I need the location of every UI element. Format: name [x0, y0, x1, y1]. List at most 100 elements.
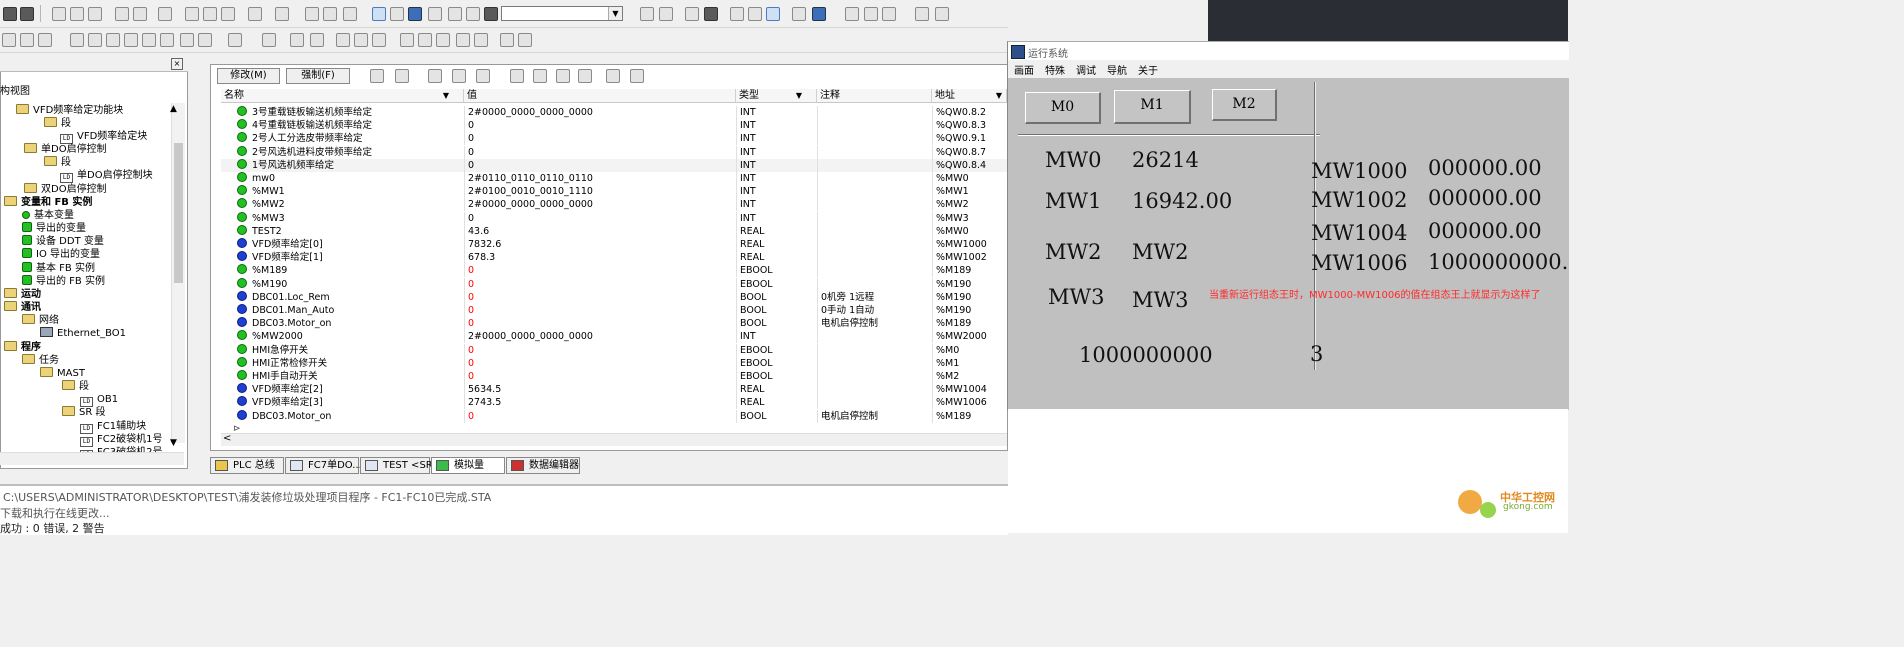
table-row[interactable]: %MW1 2#0100_0010_0010_1110 INT %MW1: [221, 185, 1007, 199]
cell-value[interactable]: 5634.5: [468, 383, 733, 396]
table-row[interactable]: %MW2000 2#0000_0000_0000_0000 INT %MW2000: [221, 330, 1007, 344]
coil-halt-icon[interactable]: [180, 33, 194, 47]
cell-value[interactable]: 2#0000_0000_0000_0000: [468, 106, 733, 119]
display-format-icon[interactable]: [606, 69, 620, 83]
scroll-left-icon[interactable]: <: [223, 433, 231, 444]
menu-debug[interactable]: 调试: [1076, 62, 1096, 77]
chevron-down-icon[interactable]: ▼: [608, 7, 622, 20]
column-header-comment[interactable]: 注释: [817, 89, 932, 103]
cascade-icon[interactable]: [845, 7, 859, 21]
menu-special[interactable]: 特殊: [1045, 62, 1065, 77]
cell-value[interactable]: 678.3: [468, 251, 733, 264]
tab-plc-bus[interactable]: PLC 总线: [210, 457, 284, 474]
table-row[interactable]: %MW3 0 INT %MW3: [221, 211, 1007, 225]
layout-icon[interactable]: [343, 7, 357, 21]
tree-item[interactable]: 运动: [4, 288, 41, 301]
unforce-icon[interactable]: [476, 69, 490, 83]
cell-value[interactable]: 0: [468, 119, 733, 132]
search-combo[interactable]: ▼: [501, 6, 623, 21]
menu-navigate[interactable]: 导航: [1107, 62, 1127, 77]
tree-item[interactable]: 网络: [22, 314, 59, 327]
block-icon[interactable]: [310, 33, 324, 47]
cell-value[interactable]: 0: [468, 132, 733, 145]
edge-set-icon[interactable]: [556, 69, 570, 83]
help-icon[interactable]: [915, 7, 929, 21]
button-m1[interactable]: M1: [1114, 90, 1191, 124]
contact-no-icon[interactable]: [2, 33, 16, 47]
table-row[interactable]: mw0 2#0110_0110_0110_0110 INT %MW0: [221, 172, 1007, 185]
cell-value[interactable]: 0: [468, 264, 733, 277]
io-icon[interactable]: [428, 7, 442, 21]
fb-icon[interactable]: [436, 33, 450, 47]
context-help-icon[interactable]: [935, 7, 949, 21]
reset-value-icon[interactable]: [395, 69, 409, 83]
cell-value[interactable]: 2#0100_0010_0010_1110: [468, 185, 733, 198]
tile-v-icon[interactable]: [882, 7, 896, 21]
tree-item[interactable]: 变量和 FB 实例: [4, 196, 92, 209]
menu-about[interactable]: 关于: [1138, 62, 1158, 77]
coil-set-icon[interactable]: [106, 33, 120, 47]
find-icon[interactable]: [185, 7, 199, 21]
coil-reset-icon[interactable]: [124, 33, 138, 47]
set-value-icon[interactable]: [370, 69, 384, 83]
link-icon[interactable]: [262, 33, 276, 47]
crossref-icon[interactable]: [466, 7, 480, 21]
tree-item[interactable]: SR 段: [62, 406, 105, 419]
variable-icon[interactable]: [418, 33, 432, 47]
tree-item[interactable]: 任务: [22, 354, 59, 367]
cell-value[interactable]: 2#0110_0110_0110_0110: [468, 172, 733, 185]
build-icon[interactable]: [275, 7, 289, 21]
table-row[interactable]: HMI手自动开关 0 EBOOL %M2: [221, 370, 1007, 383]
cell-value[interactable]: 0: [468, 291, 733, 304]
coil-p-icon[interactable]: [142, 33, 156, 47]
save-icon[interactable]: [3, 7, 17, 21]
tree-item[interactable]: 程序: [4, 341, 41, 354]
tree-item[interactable]: 段: [44, 117, 71, 130]
contact-p-icon[interactable]: [38, 33, 52, 47]
tree-view-icon[interactable]: [390, 7, 404, 21]
coil-n-icon[interactable]: [160, 33, 174, 47]
cell-value[interactable]: 43.6: [468, 225, 733, 238]
table-row[interactable]: DBC01.Man_Auto 0 BOOL 0手动 1自动 %M190: [221, 304, 1007, 317]
select-icon[interactable]: [400, 33, 414, 47]
redo-icon[interactable]: [133, 7, 147, 21]
menu-screen[interactable]: 画面: [1014, 62, 1034, 77]
online-icon[interactable]: [766, 7, 780, 21]
label-icon[interactable]: [354, 33, 368, 47]
table-hscrollbar[interactable]: <: [221, 433, 1007, 446]
simulator-icon[interactable]: [685, 7, 699, 21]
cell-value[interactable]: 0: [468, 304, 733, 317]
modify-button[interactable]: 修改(M): [217, 68, 280, 84]
tree-hscrollbar[interactable]: [0, 452, 184, 465]
tree-item[interactable]: 通讯: [4, 301, 41, 314]
folder-icon[interactable]: [500, 33, 514, 47]
cell-value[interactable]: 2#0000_0000_0000_0000: [468, 198, 733, 211]
goto-icon[interactable]: [221, 7, 235, 21]
close-icon[interactable]: ×: [171, 58, 183, 70]
tree-item[interactable]: LD VFD频率给定块: [60, 130, 147, 144]
connect-icon[interactable]: [640, 7, 654, 21]
replace-icon[interactable]: [203, 7, 217, 21]
table-row[interactable]: TEST2 43.6 REAL %MW0: [221, 224, 1007, 238]
coil-neg-icon[interactable]: [88, 33, 102, 47]
tree-item[interactable]: LD OB1: [80, 393, 118, 407]
column-header-name[interactable]: 名称 ▼: [221, 89, 464, 103]
table-row[interactable]: HMI急停开关 0 EBOOL %M0: [221, 343, 1007, 357]
table-row[interactable]: 3号重载链板输送机频率给定 2#0000_0000_0000_0000 INT %QW…: [221, 106, 1007, 119]
coil-call-icon[interactable]: [198, 33, 212, 47]
tree-item[interactable]: 导出的 FB 实例: [22, 275, 105, 288]
cell-value[interactable]: 2743.5: [468, 396, 733, 409]
cell-value[interactable]: 2#0000_0000_0000_0000: [468, 330, 733, 343]
edge-reset-icon[interactable]: [578, 69, 592, 83]
table-row[interactable]: 2号人工分选皮带频率给定 0 INT %QW0.9.1: [221, 132, 1007, 146]
cell-value[interactable]: 0: [468, 344, 733, 357]
plc-icon[interactable]: [704, 7, 718, 21]
animation-icon[interactable]: [448, 7, 462, 21]
sort-icon[interactable]: ▼: [443, 89, 449, 102]
force-button[interactable]: 强制(F): [286, 68, 350, 84]
cell-value[interactable]: 0: [468, 370, 733, 383]
monitor-icon[interactable]: [812, 7, 826, 21]
tab-test[interactable]: TEST <SR...: [360, 457, 442, 474]
tree-item[interactable]: 双DO启停控制: [24, 183, 107, 196]
button-m2[interactable]: M2: [1212, 89, 1277, 121]
